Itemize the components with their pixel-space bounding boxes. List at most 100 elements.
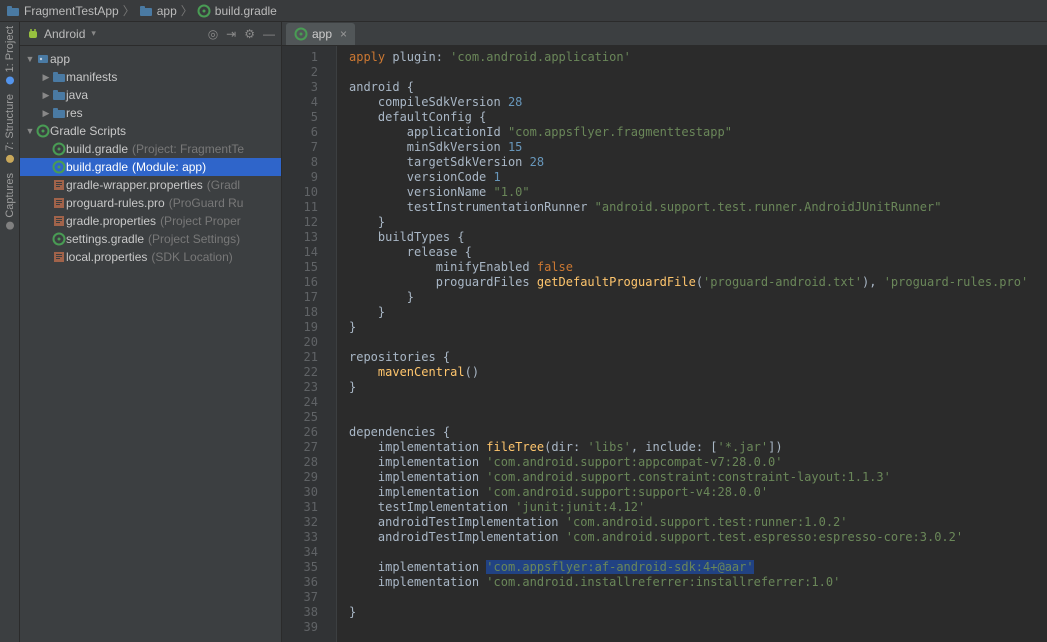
- code-editor[interactable]: apply plugin: 'com.android.application' a…: [337, 46, 1047, 642]
- project-view-mode[interactable]: Android: [44, 27, 85, 41]
- tree-label: gradle-wrapper.properties: [66, 178, 203, 192]
- code-line[interactable]: testInstrumentationRunner "android.suppo…: [349, 200, 1047, 215]
- tool-structure[interactable]: 7: Structure: [4, 94, 16, 163]
- code-line[interactable]: apply plugin: 'com.android.application': [349, 50, 1047, 65]
- breadcrumb-item[interactable]: build.gradle: [197, 4, 277, 18]
- breadcrumb-sep: 〉: [181, 2, 193, 19]
- tree-hint: (SDK Location): [151, 250, 232, 264]
- chevron-down-icon[interactable]: ▾: [91, 28, 96, 39]
- editor-tabs: app ×: [282, 22, 1047, 46]
- props-icon: [52, 196, 66, 210]
- tree-node[interactable]: gradle-wrapper.properties (Gradl: [20, 176, 281, 194]
- code-line[interactable]: dependencies {: [349, 425, 1047, 440]
- code-line[interactable]: release {: [349, 245, 1047, 260]
- code-line[interactable]: implementation 'com.android.installrefer…: [349, 575, 1047, 590]
- gradle-icon: [52, 232, 66, 246]
- breadcrumb-sep: 〉: [123, 2, 135, 19]
- tree-hint: (Module: app): [132, 160, 206, 174]
- code-line[interactable]: }: [349, 290, 1047, 305]
- breadcrumb-item[interactable]: app: [139, 4, 177, 18]
- gear-icon[interactable]: ⚙: [244, 27, 255, 41]
- collapse-icon[interactable]: ⇥: [226, 27, 236, 41]
- props-icon: [52, 178, 66, 192]
- code-line[interactable]: implementation 'com.android.support:supp…: [349, 485, 1047, 500]
- project-panel-header: Android ▾ ◎ ⇥ ⚙ —: [20, 22, 281, 46]
- tree-node[interactable]: settings.gradle (Project Settings): [20, 230, 281, 248]
- tree-label: Gradle Scripts: [50, 124, 126, 138]
- code-line[interactable]: androidTestImplementation 'com.android.s…: [349, 530, 1047, 545]
- code-line[interactable]: buildTypes {: [349, 230, 1047, 245]
- gradle-icon: [52, 142, 66, 156]
- project-tree[interactable]: ▼ app▶ manifests▶ java▶ res▼ Gradle Scri…: [20, 46, 281, 642]
- disclosure-icon[interactable]: ▶: [40, 72, 52, 83]
- code-line[interactable]: [349, 620, 1047, 635]
- code-line[interactable]: }: [349, 320, 1047, 335]
- code-line[interactable]: }: [349, 605, 1047, 620]
- project-panel: Android ▾ ◎ ⇥ ⚙ — ▼ app▶ manifests▶ java…: [20, 22, 282, 642]
- tree-label: app: [50, 52, 70, 66]
- code-line[interactable]: }: [349, 305, 1047, 320]
- tree-node[interactable]: ▶ manifests: [20, 68, 281, 86]
- hide-icon[interactable]: —: [263, 27, 275, 41]
- props-icon: [52, 214, 66, 228]
- folder-icon: [139, 4, 153, 18]
- disclosure-icon[interactable]: ▶: [40, 90, 52, 101]
- disclosure-icon[interactable]: ▼: [24, 126, 36, 136]
- code-line[interactable]: versionName "1.0": [349, 185, 1047, 200]
- tree-node[interactable]: local.properties(SDK Location): [20, 248, 281, 266]
- editor-tab-label: app: [312, 27, 332, 41]
- code-line[interactable]: versionCode 1: [349, 170, 1047, 185]
- code-line[interactable]: defaultConfig {: [349, 110, 1047, 125]
- code-line[interactable]: minSdkVersion 15: [349, 140, 1047, 155]
- code-line[interactable]: [349, 335, 1047, 350]
- code-line[interactable]: implementation 'com.android.support.cons…: [349, 470, 1047, 485]
- tree-hint: (Gradl: [207, 178, 240, 192]
- tree-node[interactable]: gradle.properties(Project Proper: [20, 212, 281, 230]
- tree-node[interactable]: build.gradle(Project: FragmentTe: [20, 140, 281, 158]
- editor-area: app × 1234567891011121314151617181920212…: [282, 22, 1047, 642]
- tree-node[interactable]: ▼ app: [20, 50, 281, 68]
- code-line[interactable]: android {: [349, 80, 1047, 95]
- tool-captures[interactable]: Captures: [4, 173, 16, 230]
- code-line[interactable]: androidTestImplementation 'com.android.s…: [349, 515, 1047, 530]
- code-line[interactable]: implementation 'com.appsflyer:af-android…: [349, 560, 1047, 575]
- code-line[interactable]: implementation 'com.android.support:appc…: [349, 455, 1047, 470]
- code-line[interactable]: [349, 410, 1047, 425]
- code-line[interactable]: testImplementation 'junit:junit:4.12': [349, 500, 1047, 515]
- module-icon: [36, 52, 50, 66]
- code-line[interactable]: }: [349, 215, 1047, 230]
- target-icon[interactable]: ◎: [208, 27, 218, 41]
- code-line[interactable]: [349, 65, 1047, 80]
- gradle-icon: [294, 27, 308, 41]
- code-line[interactable]: applicationId "com.appsflyer.fragmenttes…: [349, 125, 1047, 140]
- code-line[interactable]: implementation fileTree(dir: 'libs', inc…: [349, 440, 1047, 455]
- gradle-icon: [197, 4, 211, 18]
- disclosure-icon[interactable]: ▶: [40, 108, 52, 119]
- code-line[interactable]: mavenCentral(): [349, 365, 1047, 380]
- tree-label: build.gradle: [66, 160, 128, 174]
- editor-tab-app[interactable]: app ×: [286, 23, 355, 45]
- tree-node[interactable]: ▶ java: [20, 86, 281, 104]
- code-line[interactable]: targetSdkVersion 28: [349, 155, 1047, 170]
- code-line[interactable]: proguardFiles getDefaultProguardFile('pr…: [349, 275, 1047, 290]
- tree-node[interactable]: build.gradle (Module: app): [20, 158, 281, 176]
- breadcrumb-item[interactable]: FragmentTestApp: [6, 4, 119, 18]
- tree-label: java: [66, 88, 88, 102]
- tree-label: build.gradle: [66, 142, 128, 156]
- code-line[interactable]: repositories {: [349, 350, 1047, 365]
- code-line[interactable]: minifyEnabled false: [349, 260, 1047, 275]
- tree-label: settings.gradle: [66, 232, 144, 246]
- tree-node[interactable]: ▼ Gradle Scripts: [20, 122, 281, 140]
- code-line[interactable]: compileSdkVersion 28: [349, 95, 1047, 110]
- tree-node[interactable]: ▶ res: [20, 104, 281, 122]
- tree-node[interactable]: proguard-rules.pro(ProGuard Ru: [20, 194, 281, 212]
- tree-hint: (Project Settings): [148, 232, 240, 246]
- tree-hint: (Project Proper: [160, 214, 241, 228]
- code-line[interactable]: }: [349, 380, 1047, 395]
- disclosure-icon[interactable]: ▼: [24, 54, 36, 64]
- tool-project[interactable]: 1: Project: [4, 26, 16, 84]
- code-line[interactable]: [349, 395, 1047, 410]
- code-line[interactable]: [349, 545, 1047, 560]
- code-line[interactable]: [349, 590, 1047, 605]
- close-icon[interactable]: ×: [340, 27, 347, 41]
